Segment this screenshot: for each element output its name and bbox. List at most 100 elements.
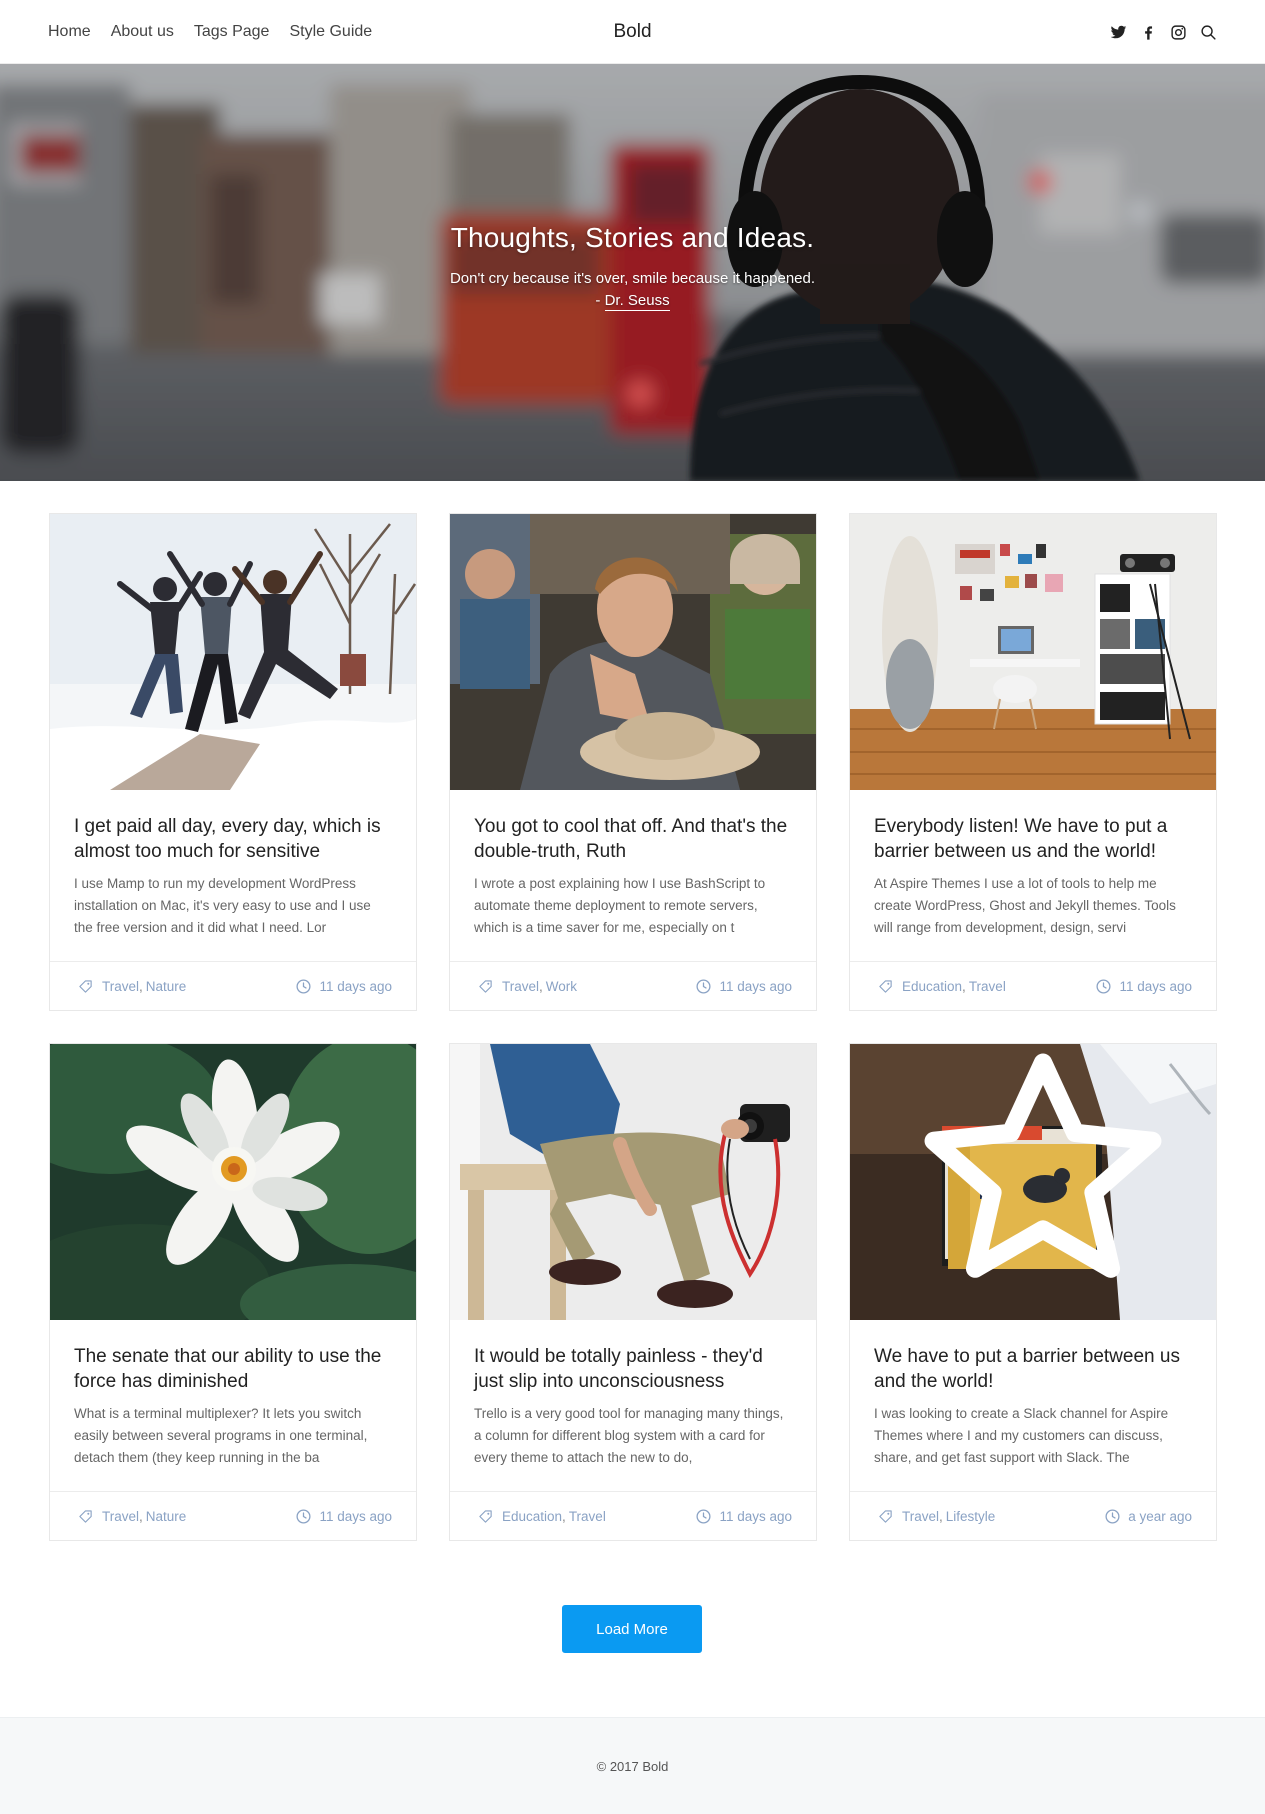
post-body: You got to cool that off. And that's the… — [450, 790, 816, 963]
clock-icon — [696, 978, 711, 994]
tag-separator: , — [962, 978, 966, 994]
nav-link-tags-page[interactable]: Tags Page — [194, 23, 270, 41]
post-image-man-in-crowd — [450, 514, 816, 790]
post-date-text: a year ago — [1128, 1508, 1192, 1524]
post-title[interactable]: We have to put a barrier between us and … — [874, 1344, 1192, 1394]
post-tag-link[interactable]: Education — [902, 979, 962, 994]
post-tag-link[interactable]: Travel — [102, 1509, 139, 1524]
post-excerpt: I wrote a post explaining how I use Bash… — [474, 876, 766, 935]
nav-link-home[interactable]: Home — [48, 23, 91, 41]
post-body: Everybody listen! We have to put a barri… — [850, 790, 1216, 963]
nav-link-style-guide[interactable]: Style Guide — [289, 23, 372, 41]
site-title[interactable]: Bold — [613, 21, 651, 42]
post-footer: Travel, Work 11 days ago — [450, 961, 816, 1010]
post-body: It would be totally painless - they'd ju… — [450, 1320, 816, 1493]
top-navigation: Home About us Tags Page Style Guide Bold — [0, 0, 1265, 64]
post-tag-link[interactable]: Work — [546, 979, 577, 994]
tag-icon — [879, 1509, 892, 1523]
post-card: I get paid all day, every day, which is … — [49, 513, 417, 1011]
post-date-text: 11 days ago — [319, 978, 392, 994]
post-tags: Travel, Nature — [78, 979, 186, 994]
hero-title: Thoughts, Stories and Ideas. — [450, 222, 815, 253]
load-more-button[interactable]: Load More — [562, 1605, 702, 1653]
post-date-text: 11 days ago — [319, 1508, 392, 1524]
post-date-text: 11 days ago — [1119, 978, 1192, 994]
tag-icon — [879, 979, 892, 993]
post-image-link[interactable] — [850, 514, 1216, 790]
post-footer: Education, Travel 11 days ago — [450, 1491, 816, 1540]
post-tags: Education, Travel — [878, 979, 1006, 994]
post-tags: Travel, Work — [478, 979, 577, 994]
post-tags: Travel, Nature — [78, 1509, 186, 1524]
post-card: You got to cool that off. And that's the… — [449, 513, 817, 1011]
post-excerpt: What is a terminal multiplexer? It lets … — [74, 1406, 368, 1465]
post-tag-link[interactable]: Travel — [502, 979, 539, 994]
post-card: The senate that our ability to use the f… — [49, 1043, 417, 1541]
instagram-icon[interactable] — [1170, 24, 1187, 41]
clock-icon — [696, 1508, 711, 1524]
post-body: The senate that our ability to use the f… — [50, 1320, 416, 1493]
post-excerpt: At Aspire Themes I use a lot of tools to… — [874, 876, 1176, 935]
post-image-link[interactable] — [450, 514, 816, 790]
post-date: 11 days ago — [695, 978, 792, 995]
featured-star-icon — [924, 1053, 1162, 1278]
post-excerpt: I use Mamp to run my development WordPre… — [74, 876, 371, 935]
clock-icon — [296, 1508, 311, 1524]
nav-links: Home About us Tags Page Style Guide — [48, 0, 372, 64]
post-image-link[interactable] — [450, 1044, 816, 1320]
tag-icon — [479, 1509, 492, 1523]
post-excerpt: I was looking to create a Slack channel … — [874, 1406, 1169, 1465]
facebook-icon[interactable] — [1140, 24, 1157, 41]
post-title[interactable]: It would be totally painless - they'd ju… — [474, 1344, 792, 1394]
post-title[interactable]: You got to cool that off. And that's the… — [474, 814, 792, 864]
post-date: 11 days ago — [1095, 978, 1192, 995]
post-tag-link[interactable]: Education — [502, 1509, 562, 1524]
tag-separator: , — [539, 978, 543, 994]
post-card: Everybody listen! We have to put a barri… — [849, 513, 1217, 1011]
post-image-friends-jumping — [50, 514, 416, 790]
post-tag-link[interactable]: Nature — [146, 1509, 187, 1524]
tag-separator: , — [139, 978, 143, 994]
post-image-link[interactable] — [50, 514, 416, 790]
post-date-text: 11 days ago — [719, 978, 792, 994]
tag-icon — [79, 979, 92, 993]
post-title[interactable]: Everybody listen! We have to put a barri… — [874, 814, 1192, 864]
post-image-link[interactable] — [50, 1044, 416, 1320]
post-tag-link[interactable]: Travel — [902, 1509, 939, 1524]
post-footer: Education, Travel 11 days ago — [850, 961, 1216, 1010]
hero-quote-author: - Dr. Seuss — [0, 292, 1265, 311]
post-tags: Travel, Lifestyle — [878, 1509, 995, 1524]
site-footer: © 2017 Bold — [0, 1717, 1265, 1814]
post-footer: Travel, Lifestyle a year ago — [850, 1491, 1216, 1540]
post-tags: Education, Travel — [478, 1509, 606, 1524]
search-icon[interactable] — [1200, 24, 1217, 41]
post-card: We have to put a barrier between us and … — [849, 1043, 1217, 1541]
tag-separator: , — [139, 1508, 143, 1524]
tag-separator: , — [939, 1508, 943, 1524]
post-excerpt: Trello is a very good tool for managing … — [474, 1406, 784, 1465]
post-tag-link[interactable]: Travel — [569, 1509, 606, 1524]
post-image-water-lily — [50, 1044, 416, 1320]
hero-author-prefix: - — [595, 292, 605, 309]
clock-icon — [1096, 978, 1111, 994]
post-tag-link[interactable]: Lifestyle — [946, 1509, 996, 1524]
post-grid: I get paid all day, every day, which is … — [49, 513, 1217, 1541]
post-tag-link[interactable]: Travel — [102, 979, 139, 994]
tag-icon — [479, 979, 492, 993]
post-tag-link[interactable]: Nature — [146, 979, 187, 994]
post-image-link[interactable] — [850, 1044, 1216, 1320]
twitter-icon[interactable] — [1110, 24, 1127, 41]
post-date: 11 days ago — [295, 1508, 392, 1525]
hero-author-link[interactable]: Dr. Seuss — [604, 292, 670, 311]
post-body: I get paid all day, every day, which is … — [50, 790, 416, 963]
post-title[interactable]: The senate that our ability to use the f… — [74, 1344, 392, 1394]
hero-banner: Thoughts, Stories and Ideas. Don't cry b… — [0, 64, 1265, 481]
nav-link-about-us[interactable]: About us — [111, 23, 174, 41]
post-title[interactable]: I get paid all day, every day, which is … — [74, 814, 392, 864]
clock-icon — [296, 978, 311, 994]
hero-quote: Don't cry because it's over, smile becau… — [449, 270, 816, 287]
tag-separator: , — [562, 1508, 566, 1524]
post-tag-link[interactable]: Travel — [969, 979, 1006, 994]
footer-copyright: © 2017 Bold — [596, 1759, 669, 1774]
post-date: 11 days ago — [695, 1508, 792, 1525]
